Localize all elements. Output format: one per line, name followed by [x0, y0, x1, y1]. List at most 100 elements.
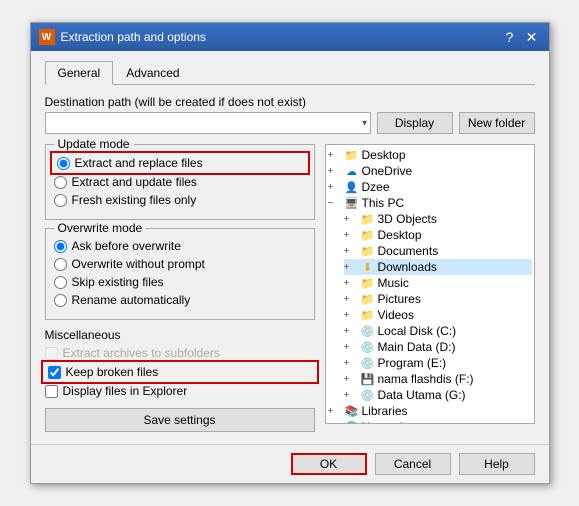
help-window-button[interactable]: ? [501, 28, 519, 46]
update-mode-title: Update mode [54, 137, 134, 151]
dialog: W Extraction path and options ? ✕ Genera… [30, 22, 550, 484]
label-videos: Videos [378, 308, 414, 322]
extract-replace-label: Extract and replace files [75, 156, 203, 170]
extract-replace-radio[interactable] [57, 157, 70, 170]
ok-button[interactable]: OK [291, 453, 367, 475]
tree-item-ddrive[interactable]: + 💿 Main Data (D:) [344, 339, 532, 355]
tab-general[interactable]: General [45, 61, 114, 85]
overwrite-without-label: Overwrite without prompt [72, 257, 205, 271]
destination-input[interactable] [45, 112, 371, 134]
tree-item-network[interactable]: + 🌐 Network [328, 419, 532, 424]
tree-item-downloads[interactable]: + ⬇ Downloads [344, 259, 532, 275]
new-folder-button[interactable]: New folder [459, 112, 535, 134]
tree-item-onedrive[interactable]: + ☁ OneDrive [328, 163, 532, 179]
label-libraries: Libraries [362, 404, 408, 418]
tree-label-thispc: This PC [362, 196, 405, 210]
dialog-title: Extraction path and options [61, 30, 501, 44]
usb-f: 💾 [360, 372, 376, 386]
extract-update-radio[interactable] [54, 176, 67, 189]
folder-music: 📁 [360, 276, 376, 290]
left-panel: Update mode Extract and replace files Ex… [45, 144, 315, 432]
ask-before-label: Ask before overwrite [72, 239, 181, 253]
label-edrive: Program (E:) [378, 356, 447, 370]
display-explorer-option: Display files in Explorer [45, 384, 315, 398]
folder-documents: 📁 [360, 244, 376, 258]
display-button[interactable]: Display [377, 112, 453, 134]
label-network: Network [362, 420, 406, 424]
dialog-body: General Advanced Destination path (will … [31, 51, 549, 444]
pc-icon-thispc: 🖥 [344, 196, 360, 210]
expand-icon-thispc: − [328, 198, 344, 209]
tab-advanced[interactable]: Advanced [113, 61, 192, 85]
expand-desktop2: + [344, 230, 360, 241]
label-cdrive: Local Disk (C:) [378, 324, 457, 338]
title-bar: W Extraction path and options ? ✕ [31, 23, 549, 51]
tree-item-desktop[interactable]: + 📁 Desktop [328, 147, 532, 163]
network-icon: 🌐 [344, 420, 360, 424]
expand-icon-dzee: + [328, 182, 344, 193]
folder-downloads: ⬇ [360, 260, 376, 274]
tree-item-music[interactable]: + 📁 Music [344, 275, 532, 291]
extract-update-option: Extract and update files [54, 175, 306, 189]
expand-3dobjects: + [344, 214, 360, 225]
ask-before-radio[interactable] [54, 240, 67, 253]
extract-subfolders-option: Extract archives to subfolders [45, 346, 315, 360]
drive-c: 💿 [360, 324, 376, 338]
close-button[interactable]: ✕ [523, 28, 541, 46]
tree-item-cdrive[interactable]: + 💿 Local Disk (C:) [344, 323, 532, 339]
help-button[interactable]: Help [459, 453, 535, 475]
display-explorer-check[interactable] [45, 385, 58, 398]
expand-ddrive: + [344, 342, 360, 353]
folder-icon-desktop: 📁 [344, 148, 360, 162]
save-settings-button[interactable]: Save settings [45, 408, 315, 432]
keep-broken-check[interactable] [48, 366, 61, 379]
drive-g: 💿 [360, 388, 376, 402]
tree-item-edrive[interactable]: + 💿 Program (E:) [344, 355, 532, 371]
update-mode-group: Update mode Extract and replace files Ex… [45, 144, 315, 220]
fresh-existing-option: Fresh existing files only [54, 193, 306, 207]
folder-videos: 📁 [360, 308, 376, 322]
tree-item-thispc[interactable]: − 🖥 This PC [328, 195, 532, 211]
tree-item-fdrive[interactable]: + 💾 nama flashdis (F:) [344, 371, 532, 387]
expand-icon-onedrive: + [328, 166, 344, 177]
expand-network: + [328, 422, 344, 425]
dropdown-arrow-icon: ▼ [361, 119, 369, 128]
tree-label-desktop: Desktop [362, 148, 406, 162]
fresh-existing-radio[interactable] [54, 194, 67, 207]
rename-auto-radio[interactable] [54, 294, 67, 307]
tree-item-3dobjects[interactable]: + 📁 3D Objects [344, 211, 532, 227]
file-tree-panel[interactable]: + 📁 Desktop + ☁ OneDrive + 👤 Dzee [325, 144, 535, 424]
extract-replace-option: Extract and replace files [54, 155, 306, 171]
cancel-button[interactable]: Cancel [375, 453, 451, 475]
thispc-children: + 📁 3D Objects + 📁 Desktop + 📁 Do [328, 211, 532, 403]
label-gdrive: Data Utama (G:) [378, 388, 466, 402]
overwrite-without-radio[interactable] [54, 258, 67, 271]
tree-item-pictures[interactable]: + 📁 Pictures [344, 291, 532, 307]
tree-item-libraries[interactable]: + 📚 Libraries [328, 403, 532, 419]
tree-item-gdrive[interactable]: + 💿 Data Utama (G:) [344, 387, 532, 403]
expand-downloads: + [344, 262, 360, 273]
drive-d: 💿 [360, 340, 376, 354]
rename-auto-label: Rename automatically [72, 293, 191, 307]
tree-label-dzee: Dzee [362, 180, 390, 194]
display-explorer-label: Display files in Explorer [63, 384, 188, 398]
overwrite-mode-options: Ask before overwrite Overwrite without p… [54, 239, 306, 307]
label-fdrive: nama flashdis (F:) [378, 372, 474, 386]
label-desktop2: Desktop [378, 228, 422, 242]
tree-item-desktop2[interactable]: + 📁 Desktop [344, 227, 532, 243]
tree-item-documents[interactable]: + 📁 Documents [344, 243, 532, 259]
update-mode-options: Extract and replace files Extract and up… [54, 155, 306, 207]
tree-item-videos[interactable]: + 📁 Videos [344, 307, 532, 323]
app-icon: W [39, 29, 55, 45]
drive-e: 💿 [360, 356, 376, 370]
bottom-bar: OK Cancel Help [31, 444, 549, 483]
file-tree: + 📁 Desktop + ☁ OneDrive + 👤 Dzee [326, 145, 534, 424]
label-pictures: Pictures [378, 292, 421, 306]
destination-label: Destination path (will be created if doe… [45, 95, 535, 109]
tree-item-dzee[interactable]: + 👤 Dzee [328, 179, 532, 195]
extract-subfolders-check [45, 347, 58, 360]
folder-pictures: 📁 [360, 292, 376, 306]
fresh-existing-label: Fresh existing files only [72, 193, 197, 207]
skip-existing-radio[interactable] [54, 276, 67, 289]
window-controls: ? ✕ [501, 28, 541, 46]
